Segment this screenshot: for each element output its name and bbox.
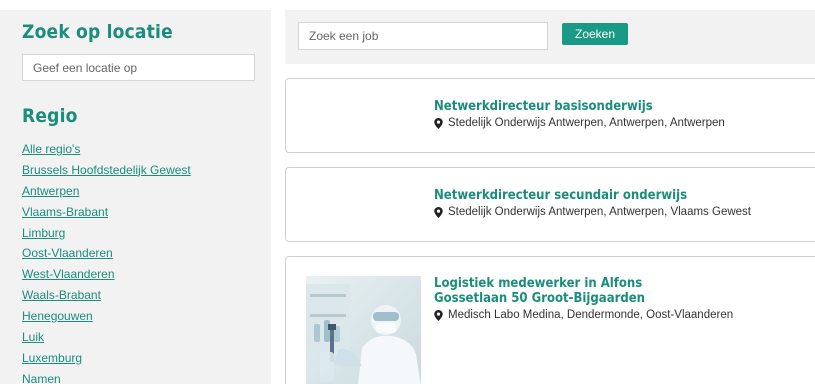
region-item: Oost-Vlaanderen [22, 243, 191, 264]
region-item: Luik [22, 327, 191, 348]
filter-sidebar: Zoek op locatie Regio Alle regio's Bruss… [0, 10, 271, 384]
job-location: Medisch Labo Medina, Dendermonde, Oost-V… [434, 309, 733, 321]
region-item: Limburg [22, 223, 191, 244]
region-link-waals-brabant[interactable]: Waals-Brabant [22, 288, 101, 302]
lab-worker-photo [306, 276, 421, 384]
search-button[interactable]: Zoeken [562, 23, 628, 45]
location-input[interactable] [22, 54, 255, 81]
map-pin-icon [434, 117, 443, 129]
region-item: Waals-Brabant [22, 285, 191, 306]
job-thumbnail-image[interactable] [306, 276, 421, 384]
job-location-text: Stedelijk Onderwijs Antwerpen, Antwerpen… [448, 117, 725, 129]
job-card[interactable]: Logistiek medewerker in Alfons Gossetlaa… [285, 256, 815, 384]
region-link-henegouwen[interactable]: Henegouwen [22, 309, 93, 323]
job-card[interactable]: Netwerkdirecteur secundair onderwijs Ste… [285, 167, 815, 242]
region-item: Luxemburg [22, 348, 191, 369]
job-card[interactable]: Netwerkdirecteur basisonderwijs Stedelij… [285, 78, 815, 153]
region-link-namen[interactable]: Namen [22, 372, 61, 384]
region-item: Henegouwen [22, 306, 191, 327]
region-link-alle[interactable]: Alle regio's [22, 142, 80, 156]
map-pin-icon [434, 206, 443, 218]
region-link-west-vlaanderen[interactable]: West-Vlaanderen [22, 267, 115, 281]
region-list: Alle regio's Brussels Hoofdstedelijk Gew… [22, 139, 191, 384]
region-link-vlaams-brabant[interactable]: Vlaams-Brabant [22, 205, 108, 219]
job-search-input[interactable] [298, 22, 548, 50]
job-search-bar: Zoeken [285, 10, 815, 64]
region-heading: Regio [22, 105, 78, 127]
page: Zoek op locatie Regio Alle regio's Bruss… [0, 0, 815, 384]
job-location: Stedelijk Onderwijs Antwerpen, Antwerpen… [434, 206, 751, 218]
region-link-limburg[interactable]: Limburg [22, 226, 65, 240]
region-item: Alle regio's [22, 139, 191, 160]
job-location-text: Medisch Labo Medina, Dendermonde, Oost-V… [448, 309, 734, 321]
job-title[interactable]: Logistiek medewerker in Alfons Gossetlaa… [434, 276, 664, 306]
region-link-brussel[interactable]: Brussels Hoofdstedelijk Gewest [22, 163, 191, 177]
region-link-antwerpen[interactable]: Antwerpen [22, 184, 79, 198]
region-link-oost-vlaanderen[interactable]: Oost-Vlaanderen [22, 246, 113, 260]
region-item: Vlaams-Brabant [22, 202, 191, 223]
region-item: West-Vlaanderen [22, 264, 191, 285]
location-heading: Zoek op locatie [22, 21, 173, 43]
region-link-luik[interactable]: Luik [22, 330, 44, 344]
job-title[interactable]: Netwerkdirecteur basisonderwijs [434, 99, 653, 114]
job-location-text: Stedelijk Onderwijs Antwerpen, Antwerpen… [448, 206, 751, 218]
region-item: Antwerpen [22, 181, 191, 202]
region-item: Namen [22, 369, 191, 384]
job-title[interactable]: Netwerkdirecteur secundair onderwijs [434, 188, 687, 203]
region-item: Brussels Hoofdstedelijk Gewest [22, 160, 191, 181]
job-location: Stedelijk Onderwijs Antwerpen, Antwerpen… [434, 117, 725, 129]
map-pin-icon [434, 309, 443, 321]
region-link-luxemburg[interactable]: Luxemburg [22, 351, 82, 365]
